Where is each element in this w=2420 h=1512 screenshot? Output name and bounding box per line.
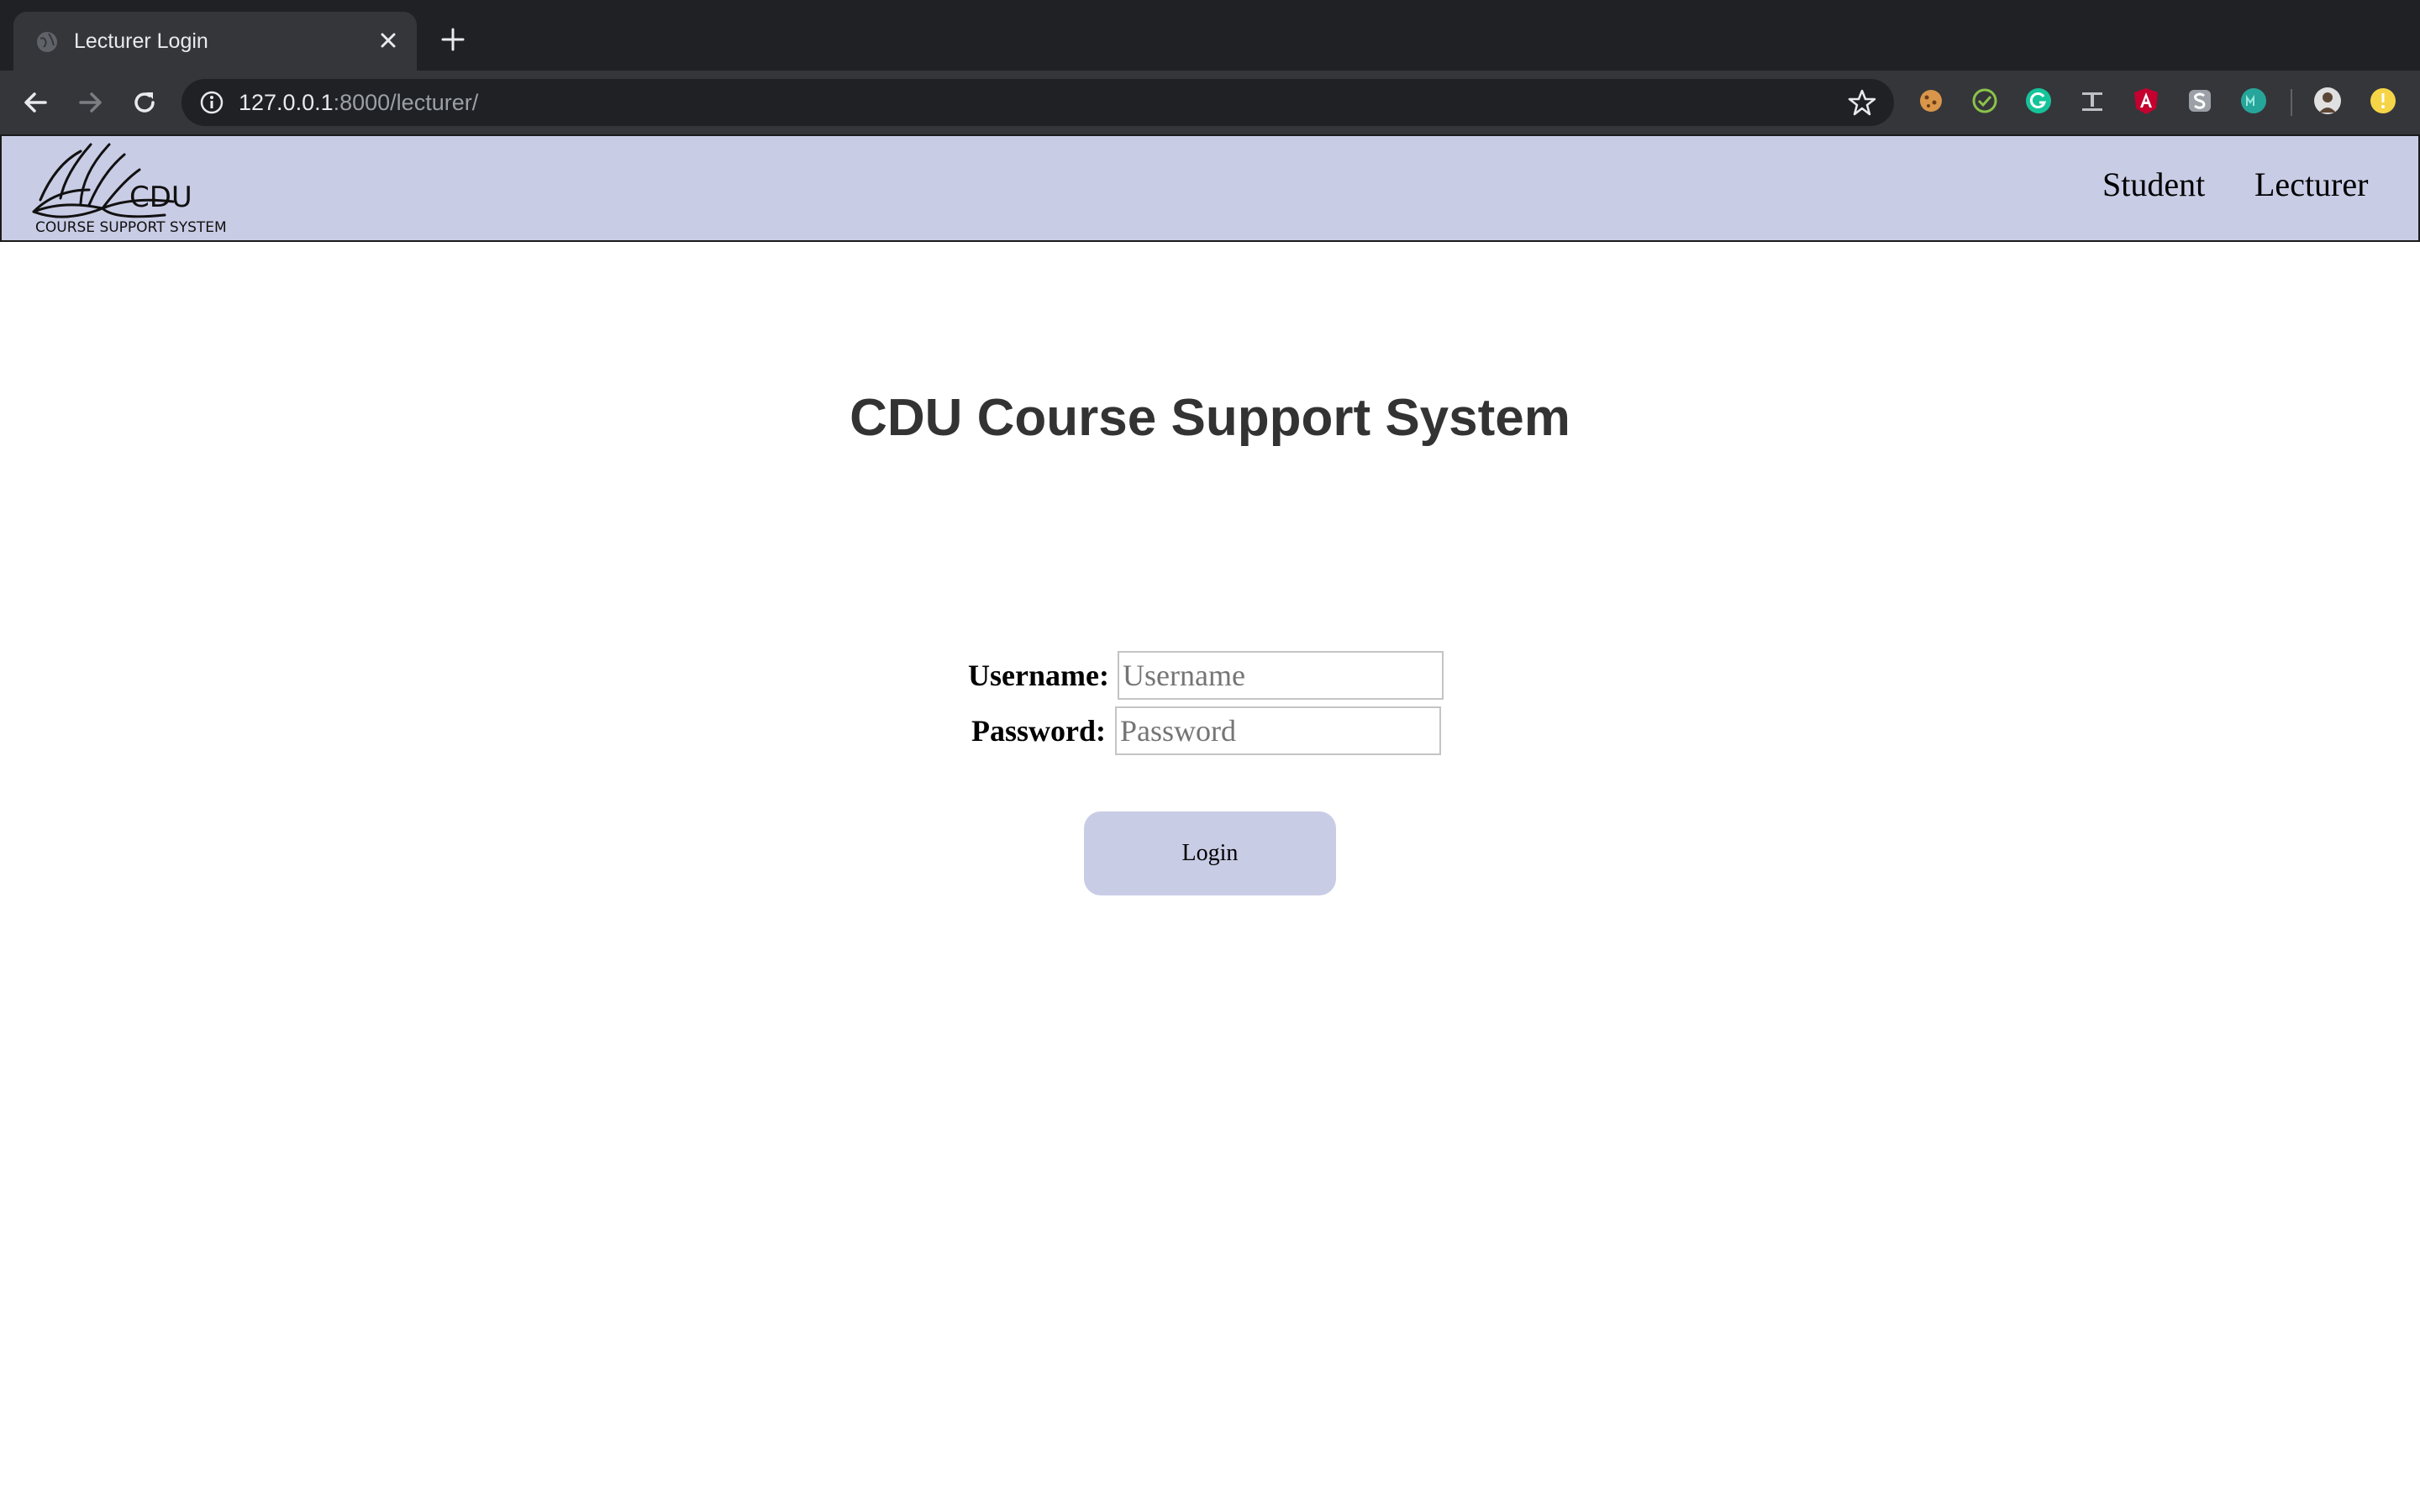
browser-tab-bar: Lecturer Login bbox=[0, 0, 2420, 71]
username-label: Username: bbox=[968, 659, 1109, 692]
logo-text: CDU bbox=[129, 181, 192, 214]
url-text: 127.0.0.1:8000/lecturer/ bbox=[239, 87, 478, 118]
update-icon[interactable] bbox=[2368, 86, 2398, 116]
close-icon[interactable] bbox=[373, 25, 403, 55]
check-extension-icon[interactable] bbox=[1970, 86, 2000, 116]
username-input[interactable] bbox=[1118, 651, 1444, 700]
address-bar[interactable]: 127.0.0.1:8000/lecturer/ bbox=[182, 79, 1894, 126]
cookie-extension-icon[interactable] bbox=[1916, 86, 1946, 116]
angular-icon[interactable] bbox=[2131, 86, 2161, 116]
toolbar-separator bbox=[2291, 89, 2292, 116]
cdu-logo[interactable]: CDU COURSE SUPPORT SYSTEM bbox=[30, 139, 240, 237]
forward-arrow-icon[interactable] bbox=[76, 87, 106, 118]
back-arrow-icon[interactable] bbox=[20, 87, 50, 118]
plus-icon[interactable] bbox=[439, 25, 467, 54]
logo-subtext: COURSE SUPPORT SYSTEM bbox=[35, 219, 227, 236]
url-host: 127.0.0.1 bbox=[239, 90, 334, 115]
tab-title: Lecturer Login bbox=[74, 29, 208, 53]
nav-lecturer-link[interactable]: Lecturer bbox=[2254, 165, 2368, 205]
login-button[interactable]: Login bbox=[1084, 811, 1336, 895]
password-input[interactable] bbox=[1115, 706, 1441, 755]
star-icon[interactable] bbox=[1847, 87, 1877, 118]
s-extension-icon[interactable] bbox=[2185, 86, 2215, 116]
info-icon[interactable] bbox=[198, 89, 225, 116]
browser-tab[interactable]: Lecturer Login bbox=[13, 12, 417, 71]
grammarly-icon[interactable] bbox=[2023, 86, 2054, 116]
browser-toolbar: 127.0.0.1:8000/lecturer/ bbox=[0, 71, 2420, 134]
reload-icon[interactable] bbox=[129, 87, 160, 118]
nav-student-link[interactable]: Student bbox=[2102, 165, 2205, 205]
m-extension-icon[interactable] bbox=[2238, 86, 2269, 116]
globe-icon bbox=[37, 32, 57, 52]
url-path: :8000/lecturer/ bbox=[333, 90, 479, 115]
site-header: CDU COURSE SUPPORT SYSTEM Student Lectur… bbox=[0, 134, 2420, 242]
text-extension-icon[interactable] bbox=[2077, 86, 2107, 116]
profile-avatar-icon[interactable] bbox=[2312, 86, 2343, 116]
password-label: Password: bbox=[971, 714, 1106, 748]
page-title: CDU Course Support System bbox=[850, 389, 1570, 447]
